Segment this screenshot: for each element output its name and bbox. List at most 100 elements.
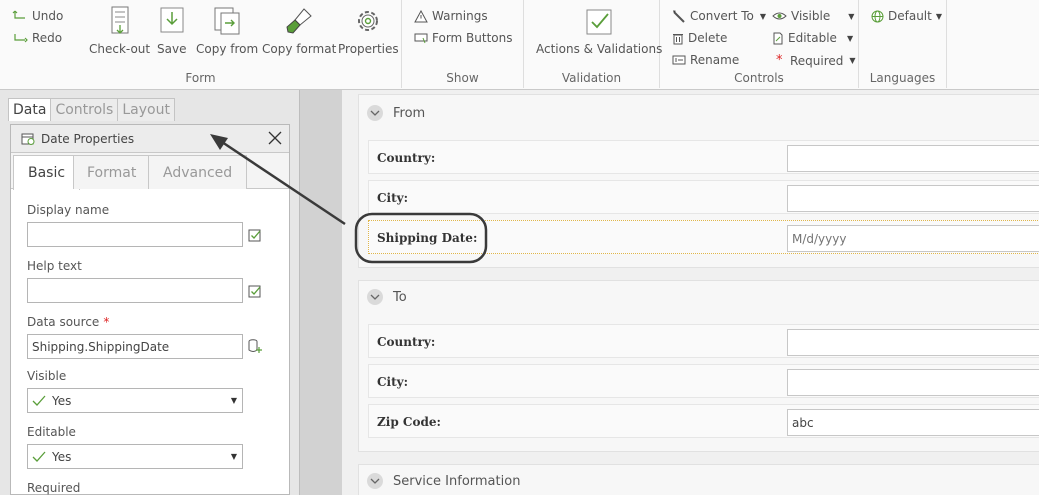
tab-layout[interactable]: Layout — [117, 98, 175, 121]
undo-icon — [12, 10, 25, 19]
undo-label: Undo — [32, 9, 64, 23]
convert-to-button[interactable]: Convert To ▼ — [672, 9, 766, 23]
data-source-label: Data source * — [27, 315, 109, 329]
zip-code-input[interactable] — [787, 409, 1039, 436]
undo-button[interactable]: Undo — [12, 9, 63, 23]
rename-button[interactable]: Rename — [672, 53, 739, 67]
shipping-date-input[interactable] — [787, 225, 1039, 252]
editable-select-value: Yes — [52, 449, 72, 464]
form-buttons-icon — [414, 33, 428, 44]
redo-label: Redo — [32, 31, 63, 45]
section-service-information: Service Information — [358, 464, 1039, 495]
close-icon[interactable] — [265, 128, 285, 148]
properties-label: Properties — [338, 42, 399, 56]
to-country-input[interactable] — [787, 329, 1039, 356]
help-text-field[interactable] — [27, 278, 243, 303]
actions-validations-label: Actions & Validations — [536, 42, 663, 56]
ribbon-group-show: Warnings Form Buttons Show — [402, 0, 524, 88]
actions-validations-button[interactable]: Actions & Validations — [536, 6, 662, 56]
checkout-icon — [111, 6, 129, 34]
checkbox-check-icon[interactable] — [247, 227, 263, 243]
section-from-header[interactable]: From — [359, 99, 1039, 127]
tab-advanced[interactable]: Advanced — [148, 155, 248, 189]
checkbox-check-icon — [586, 9, 612, 35]
checkbox-check-icon[interactable] — [247, 283, 263, 299]
from-country-input[interactable] — [787, 145, 1039, 172]
shipping-date-label: Shipping Date: — [377, 231, 478, 245]
form-canvas: From Country: City: Shipping Date: To Co… — [342, 90, 1039, 495]
copy-format-label: Copy format — [262, 42, 337, 56]
form-buttons-label: Form Buttons — [432, 31, 513, 45]
pencil-icon — [673, 10, 685, 23]
to-city-input[interactable] — [787, 369, 1039, 396]
convert-to-label: Convert To — [690, 9, 754, 23]
section-to-header[interactable]: To — [359, 283, 1039, 311]
editable-select[interactable]: Yes ▼ — [27, 444, 243, 469]
from-country-label: Country: — [377, 151, 436, 165]
display-name-field[interactable] — [27, 222, 243, 247]
redo-icon — [14, 34, 28, 43]
delete-button[interactable]: Delete — [672, 31, 727, 45]
form-row-shipping-date[interactable]: Shipping Date: — [368, 220, 1039, 254]
checkmark-icon — [32, 451, 46, 462]
from-city-input[interactable] — [787, 185, 1039, 212]
editable-toggle[interactable]: Editable ▼ — [772, 31, 853, 45]
required-label: Required — [27, 481, 81, 495]
data-source-field[interactable] — [27, 334, 243, 359]
tab-basic[interactable]: Basic — [13, 155, 81, 190]
delete-label: Delete — [688, 31, 728, 45]
chevron-down-icon: ▼ — [230, 396, 237, 405]
visible-label: Visible — [791, 9, 831, 23]
save-label: Save — [157, 42, 187, 56]
section-service-header[interactable]: Service Information — [359, 467, 1039, 495]
editable-label: Editable — [788, 31, 837, 45]
section-to-title: To — [393, 289, 407, 305]
gear-icon — [358, 11, 379, 31]
required-toggle[interactable]: * Required ▼ — [776, 53, 856, 68]
ribbon-group-controls: Convert To ▼ Delete Rename Visible ▼ Edi… — [660, 0, 859, 88]
date-properties-title: Date Properties — [41, 131, 135, 146]
panel-splitter[interactable] — [300, 90, 342, 495]
zip-code-label: Zip Code: — [377, 415, 441, 429]
language-dropdown[interactable]: Default ▼ — [871, 9, 942, 23]
save-button[interactable]: Save — [157, 6, 186, 56]
database-add-icon[interactable] — [247, 338, 263, 354]
visible-select[interactable]: Yes ▼ — [27, 388, 243, 413]
properties-button[interactable]: Properties — [338, 6, 399, 56]
eye-icon — [772, 12, 787, 20]
chevron-down-icon[interactable] — [367, 105, 383, 121]
form-row-from-country: Country: — [368, 140, 1039, 174]
chevron-down-icon[interactable] — [367, 473, 383, 489]
required-label: Required — [790, 53, 844, 68]
data-source-label-text: Data source — [27, 315, 100, 329]
editable-label: Editable — [27, 425, 76, 439]
visible-label: Visible — [27, 369, 67, 383]
checkmark-icon — [32, 395, 46, 406]
form-buttons-button[interactable]: Form Buttons — [414, 31, 513, 45]
asterisk-icon: * — [776, 53, 783, 68]
checkout-button[interactable]: Check-out — [89, 6, 150, 56]
save-icon — [160, 7, 184, 33]
ribbon-group-validation: Actions & Validations Validation — [524, 0, 662, 88]
checkout-label: Check-out — [89, 42, 151, 56]
section-from-title: From — [393, 105, 426, 121]
ribbon-group-languages-label: Languages — [869, 71, 936, 85]
edit-doc-icon — [773, 32, 783, 44]
trash-icon — [673, 33, 683, 44]
visible-toggle[interactable]: Visible ▼ — [772, 9, 854, 23]
tab-controls[interactable]: Controls — [50, 98, 119, 121]
copy-from-button[interactable]: Copy from — [196, 6, 258, 56]
paintbrush-icon — [286, 8, 312, 34]
date-properties-dialog: Date Properties Basic Format Advanced Di… — [10, 124, 290, 495]
redo-button[interactable]: Redo — [12, 31, 62, 45]
warnings-button[interactable]: Warnings — [414, 9, 488, 23]
ribbon-group-form-label: Form — [185, 71, 216, 85]
tab-data[interactable]: Data — [8, 98, 52, 121]
copy-format-button[interactable]: Copy format — [262, 6, 336, 56]
chevron-down-icon[interactable] — [367, 289, 383, 305]
tab-format[interactable]: Format — [73, 155, 151, 189]
form-row-to-country: Country: — [368, 324, 1039, 358]
property-sub-tabs: Basic Format Advanced — [11, 153, 289, 190]
language-label: Default — [888, 9, 932, 23]
chevron-down-icon: ▼ — [848, 11, 855, 21]
